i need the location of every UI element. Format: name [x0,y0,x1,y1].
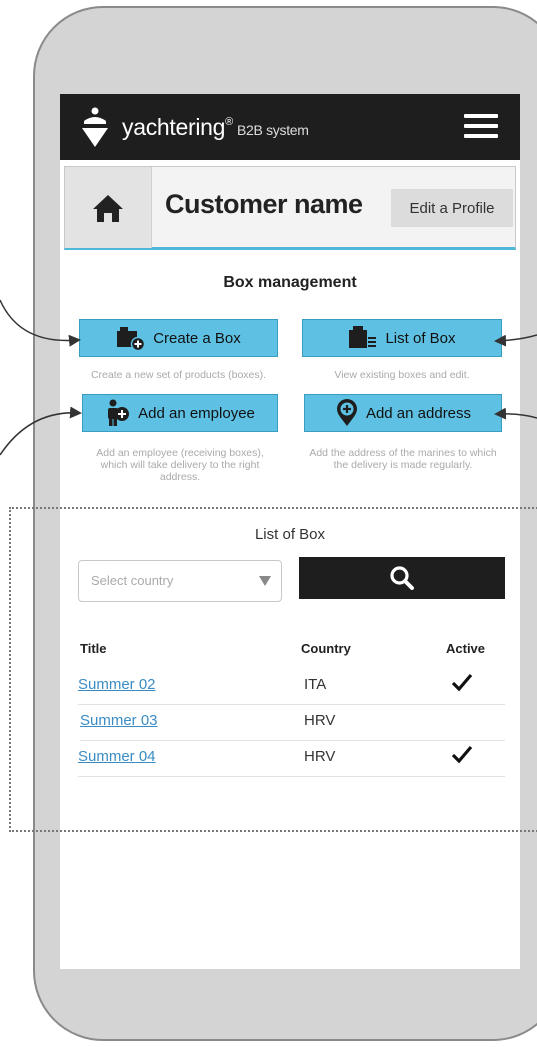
list-of-box-title: List of Box [254,526,326,543]
buoy-logo-icon [82,107,108,147]
top-bar: yachtering® B2B system [60,94,520,160]
brand-name[interactable]: yachtering® B2B system [122,114,309,141]
home-icon [93,194,123,222]
add-employee-label: Add an employee [138,404,255,422]
box-country: ITA [304,676,327,693]
column-header-title: Title [80,641,107,656]
add-address-label: Add an address [365,404,472,422]
search-icon [390,566,414,590]
list-of-box-button[interactable]: List of Box [302,319,502,357]
create-box-button[interactable]: Create a Box [79,319,278,357]
create-box-description: Create a new set of products (boxes). [90,369,267,381]
country-select-placeholder: Select country [91,573,174,588]
home-button[interactable] [65,167,152,248]
address-pin-icon [336,399,357,426]
country-select[interactable]: Select country [78,560,282,602]
table-row: Summer 02 ITA [78,668,505,705]
brand-text: yachtering [122,114,226,140]
add-employee-description: Add an employee (receiving boxes), which… [96,447,264,483]
box-list-icon [349,326,377,348]
column-header-country: Country [301,641,351,656]
brand-subtitle: B2B system [236,122,309,138]
add-employee-button[interactable]: Add an employee [82,394,278,432]
profile-bar: Customer name Edit a Profile [64,166,516,250]
search-button[interactable] [299,557,505,599]
dropdown-arrow-icon [259,576,271,586]
box-title-link[interactable]: Summer 04 [78,748,156,765]
box-management-title: Box management [223,274,357,291]
add-address-description: Add the address of the marines to which … [309,447,497,471]
box-add-icon [117,327,146,351]
table-row: Summer 04 HRV [78,740,505,777]
table-row: Summer 03 HRV [80,704,505,741]
registered-mark: ® [225,116,233,128]
add-address-button[interactable]: Add an address [304,394,502,432]
edit-profile-button[interactable]: Edit a Profile [391,189,513,227]
box-title-link[interactable]: Summer 02 [78,676,156,693]
create-box-label: Create a Box [153,329,241,347]
column-header-active: Active [446,641,486,656]
box-title-link[interactable]: Summer 03 [80,712,158,729]
customer-name: Customer name [165,189,363,219]
hamburger-menu-icon[interactable] [464,114,498,140]
box-country: HRV [304,748,336,765]
employee-add-icon [108,399,130,426]
box-country: HRV [304,712,336,729]
active-check-icon [451,744,473,769]
active-check-icon [451,672,473,697]
list-of-box-description: View existing boxes and edit. [334,369,470,381]
list-of-box-label: List of Box [385,329,456,347]
